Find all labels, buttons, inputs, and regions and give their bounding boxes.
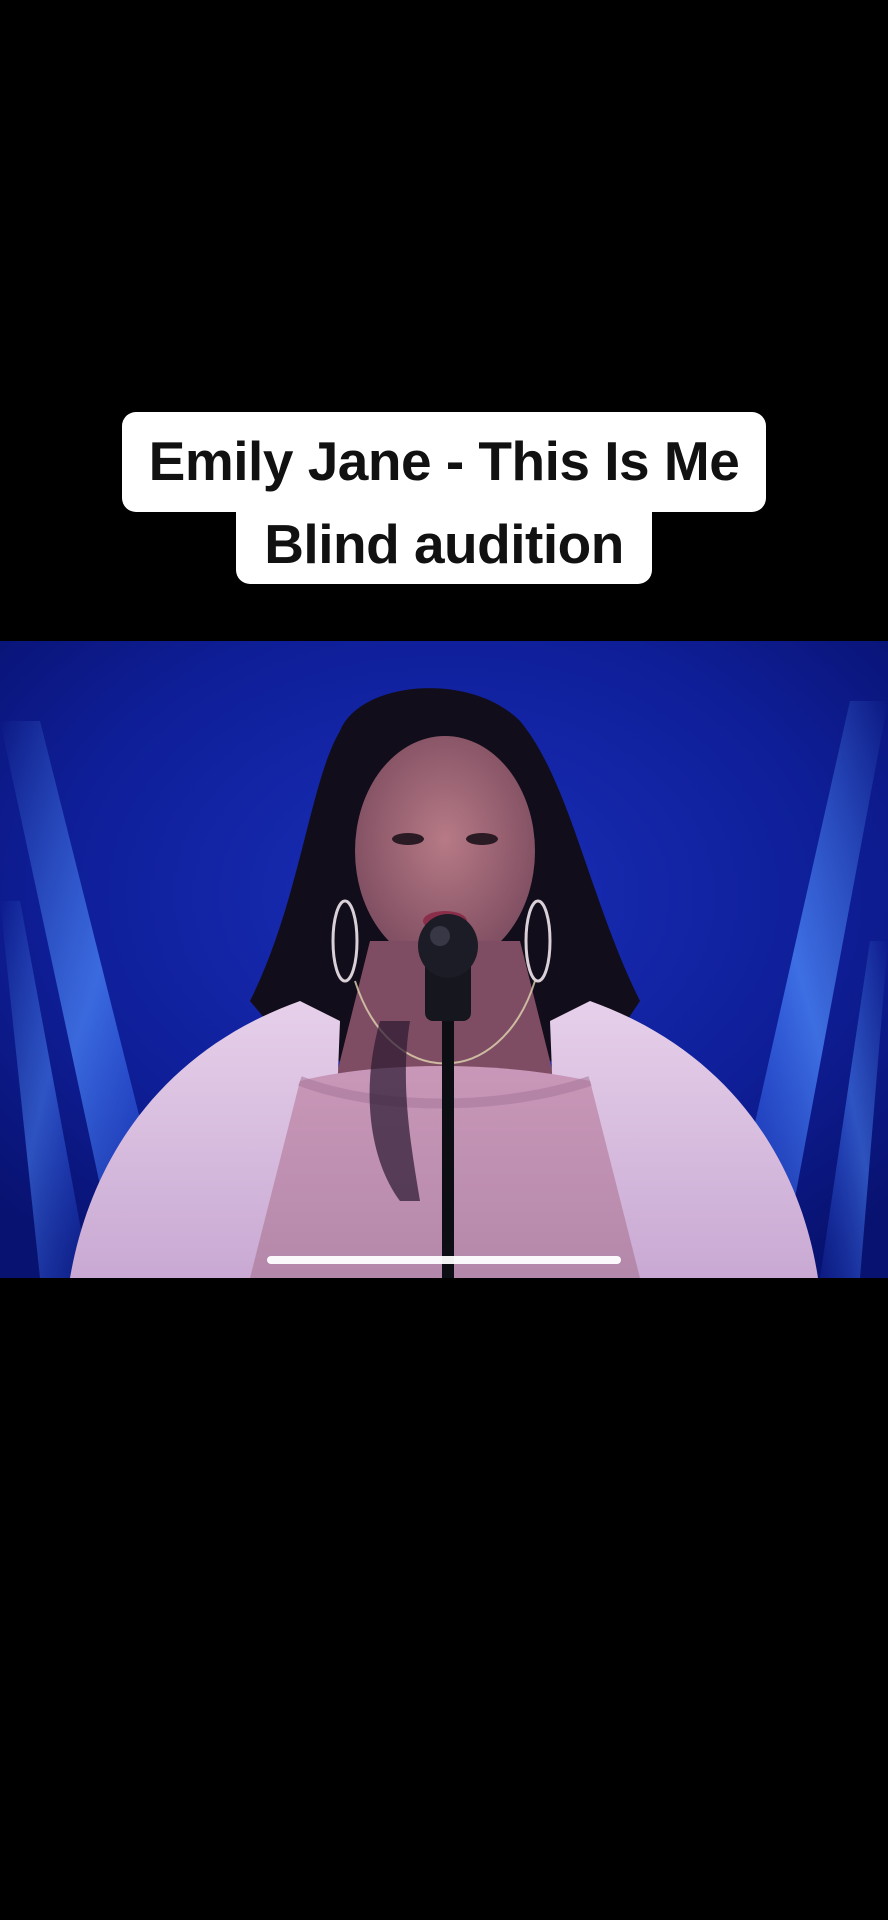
microphone-icon [418,914,478,978]
right-eye [466,833,498,845]
caption-line-2: Blind audition [236,498,652,584]
video-player-screen[interactable]: Emily Jane - This Is Me Blind audition [0,0,888,1920]
stage-scene [0,641,888,1278]
caption-overlay: Emily Jane - This Is Me Blind audition [0,412,888,584]
video-frame[interactable] [0,641,888,1278]
playback-progress-bar[interactable] [267,1256,621,1264]
caption-line-1: Emily Jane - This Is Me [121,412,767,512]
mic-highlight [430,926,450,946]
left-eye [392,833,424,845]
